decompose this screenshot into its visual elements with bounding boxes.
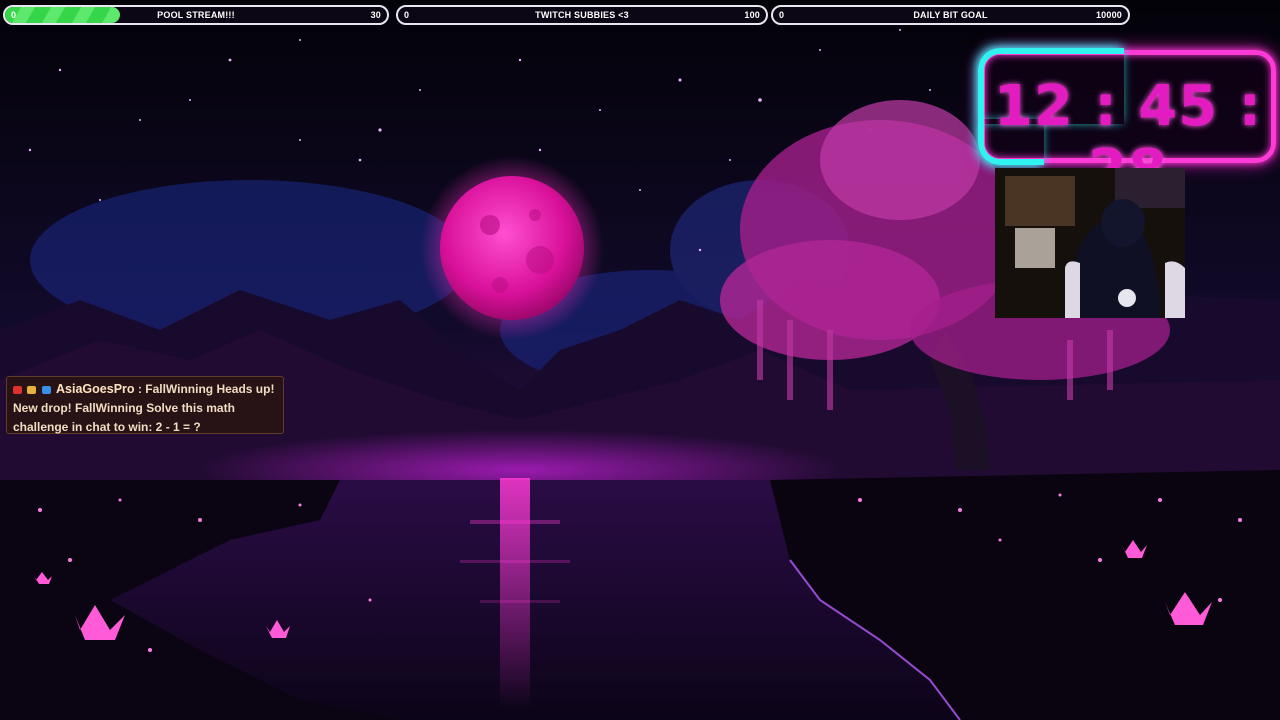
goal-target-value: 100 — [744, 10, 760, 20]
moon — [420, 156, 604, 340]
goal-title: POOL STREAM!!! — [157, 10, 235, 20]
goal-bar-pool-stream: 0 POOL STREAM!!! 30 — [3, 5, 389, 25]
chat-username: AsiaGoesPro — [56, 382, 135, 396]
gold-badge-icon — [27, 386, 37, 395]
goal-bar-daily-bit: 0 DAILY BIT GOAL 10000 — [771, 5, 1130, 25]
blue-badge-icon — [41, 386, 51, 395]
webcam-feed — [995, 168, 1185, 318]
goal-target-value: 30 — [370, 10, 381, 20]
goal-bar-twitch-subbies: 0 TWITCH SUBBIES <3 100 — [396, 5, 768, 25]
red-badge-icon — [13, 386, 22, 395]
chat-alert: AsiaGoesPro : FallWinning Heads up! New … — [6, 376, 284, 434]
goal-target-value: 10000 — [1095, 10, 1122, 20]
goal-title: TWITCH SUBBIES <3 — [535, 10, 629, 20]
user-badges — [13, 380, 53, 399]
chat-separator: : — [137, 382, 142, 396]
chat-message: FallWinning Heads up! New drop! FallWinn… — [13, 382, 275, 435]
moon-reflection — [500, 478, 530, 708]
goal-title: DAILY BIT GOAL — [913, 10, 988, 20]
webcam-image — [995, 168, 1185, 318]
stream-timer: 12 : 45 : 28 — [978, 48, 1276, 203]
